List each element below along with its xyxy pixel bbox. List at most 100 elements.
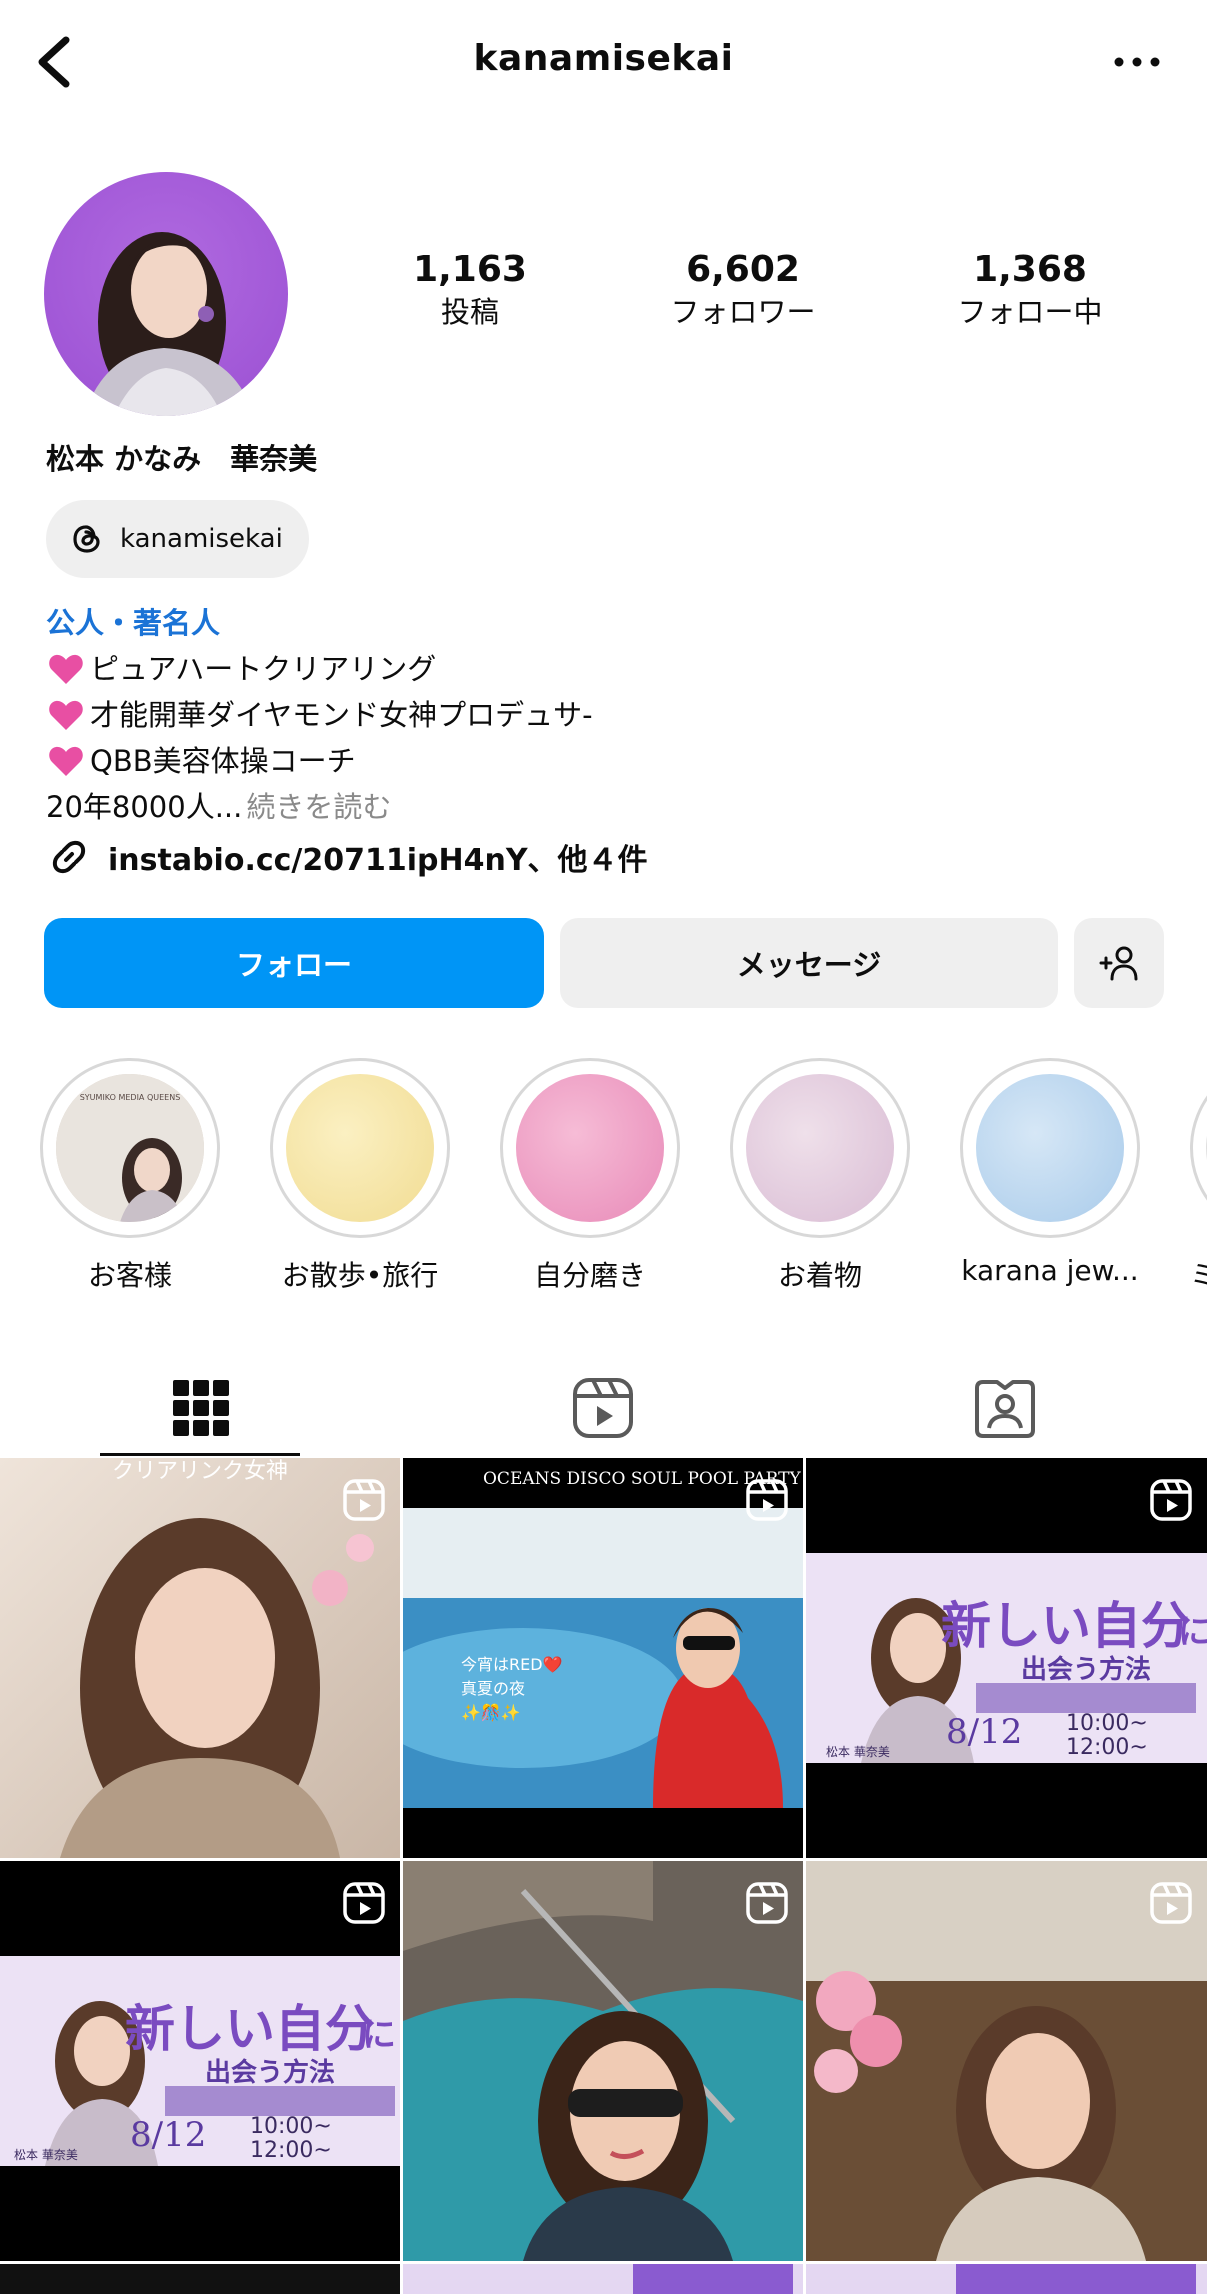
profile-name: 松本 かなみ 華奈美 (46, 442, 318, 476)
banner-date: 8/12 (130, 2115, 206, 2155)
tab-grid[interactable] (0, 1360, 402, 1456)
followers-label: フォロワー (670, 295, 816, 329)
posts-count: 1,163 (413, 249, 527, 290)
pink-heart-icon (49, 700, 83, 730)
profile-tabs (0, 1360, 1207, 1456)
highlight-item[interactable]: お散歩•旅行 (270, 1058, 450, 1294)
reel-badge-icon (1150, 1479, 1192, 1521)
add-person-icon (1099, 946, 1138, 981)
bio-line: 20年8000人... 続きを読む (46, 784, 1166, 830)
highlight-cover (746, 1074, 894, 1222)
highlight-item[interactable]: お着物 (730, 1058, 910, 1294)
post-overlay-text: 今宵はRED❤️ (461, 1655, 563, 1674)
followers-count: 6,602 (686, 249, 800, 290)
highlight-item[interactable]: SYUMIKO MEDIA QUEENS お客様 (40, 1058, 220, 1294)
stat-posts[interactable]: 1,163 投稿 (350, 248, 590, 332)
highlight-cover (286, 1074, 434, 1222)
highlight-cover-text: SYUMIKO MEDIA QUEENS (80, 1093, 181, 1102)
grid-icon (173, 1380, 229, 1436)
reels-icon (573, 1378, 633, 1438)
post-thumbnail[interactable] (806, 2264, 1207, 2294)
threads-icon (73, 525, 100, 553)
page-title: kanamisekai (473, 38, 734, 79)
link-icon (52, 840, 86, 874)
banner-title: 新しい自分 (941, 1596, 1191, 1655)
profile-stats: 1,163 投稿 6,602 フォロワー 1,368 フォロー中 (380, 248, 1180, 348)
profile-avatar[interactable] (44, 172, 288, 416)
tab-reels[interactable] (402, 1360, 804, 1456)
banner-name: 松本 華奈美 (826, 1745, 890, 1759)
highlight-cover (976, 1074, 1124, 1222)
posts-label: 投稿 (440, 295, 499, 329)
banner-subtitle: 出会う方法 (205, 2057, 335, 2088)
bio-category[interactable]: 公人・著名人 (46, 600, 1166, 646)
highlight-label: 自分磨き (533, 1259, 646, 1292)
post-thumbnail[interactable]: クリアリンク女神 (0, 1458, 400, 1858)
read-more-link[interactable]: 続きを読む (246, 784, 391, 830)
highlight-ring (500, 1058, 680, 1238)
banner-time: 12:00~ (1066, 1735, 1148, 1760)
bio-line-text: QBB美容体操コーチ (90, 744, 356, 778)
reel-badge-icon (746, 1882, 788, 1924)
highlight-item[interactable]: karana jew... (960, 1058, 1140, 1287)
reel-badge-icon (746, 1479, 788, 1521)
suggest-users-button[interactable] (1074, 918, 1164, 1008)
threads-badge[interactable]: kanamisekai (46, 500, 309, 578)
banner-subtitle: 出会う方法 (1021, 1654, 1151, 1685)
bio-line-text: ピュアハートクリアリング (90, 652, 437, 686)
post-overlay-text: ✨🎊✨ (461, 1703, 521, 1722)
highlight-label: お着物 (777, 1259, 862, 1292)
tab-tagged[interactable] (804, 1360, 1206, 1456)
bio-line-text: 才能開華ダイヤモンド女神プロデュサ- (90, 698, 593, 732)
banner-time: 10:00~ (1066, 1711, 1148, 1736)
banner-time: 10:00~ (250, 2114, 332, 2139)
highlight-ring (1190, 1058, 1207, 1238)
follow-button[interactable]: フォロー (44, 918, 544, 1008)
post-thumbnail[interactable] (403, 1861, 803, 2261)
bio-line: 才能開華ダイヤモンド女神プロデュサ- (46, 692, 1166, 738)
pink-heart-icon (49, 746, 83, 776)
banner-title-suffix: に (362, 2015, 396, 2055)
reel-badge-icon (1150, 1882, 1192, 1924)
post-thumbnail[interactable]: OCEANS DISCO SOUL POOL PARTY 今宵はRED❤️ 真夏… (403, 1458, 803, 1858)
post-thumbnail[interactable]: 新しい自分 に 出会う方法 8/12 10:00~ 12:00~ 松本 華奈美 (806, 1458, 1207, 1858)
reel-badge-icon (343, 1882, 385, 1924)
stat-following[interactable]: 1,368 フォロー中 (910, 248, 1150, 332)
highlight-label: ミ (1190, 1259, 1207, 1292)
bio-line: QBB美容体操コーチ (46, 738, 1166, 784)
post-thumbnail[interactable] (0, 2264, 400, 2294)
bio-line: ピュアハートクリアリング (46, 646, 1166, 692)
top-bar: kanamisekai (0, 0, 1207, 125)
pink-heart-icon (49, 654, 83, 684)
highlight-cover (516, 1074, 664, 1222)
banner-strip (956, 2264, 1196, 2294)
banner-name: 松本 華奈美 (14, 2148, 78, 2162)
banner-date: 8/12 (946, 1712, 1022, 1752)
post-caption: クリアリンク女神 (112, 1459, 288, 1484)
highlight-cover: SYUMIKO MEDIA QUEENS (56, 1074, 204, 1222)
post-overlay-text: 真夏の夜 (461, 1679, 525, 1698)
bio: 公人・著名人 ピュアハートクリアリング 才能開華ダイヤモンド女神プロデュサ- Q… (46, 600, 1166, 830)
profile-link[interactable]: instabio.cc/20711ipH4nY、他４件 (46, 834, 648, 880)
bio-truncated: 20年8000人... (46, 790, 243, 824)
tagged-person-icon (975, 1380, 1035, 1438)
message-button[interactable]: メッセージ (560, 918, 1058, 1008)
following-label: フォロー中 (957, 295, 1103, 329)
banner-time: 12:00~ (250, 2138, 332, 2163)
post-thumbnail[interactable] (403, 2264, 803, 2294)
threads-handle: kanamisekai (120, 524, 283, 554)
profile-link-text: instabio.cc/20711ipH4nY、他４件 (108, 843, 648, 878)
post-thumbnail[interactable]: 新しい自分 に 出会う方法 8/12 10:00~ 12:00~ 松本 華奈美 (0, 1861, 400, 2261)
banner-title: 新しい自分 (125, 1999, 375, 2058)
reel-badge-icon (343, 1479, 385, 1521)
stat-followers[interactable]: 6,602 フォロワー (623, 248, 863, 332)
more-options-icon[interactable] (1107, 40, 1167, 84)
highlight-item[interactable]: ミ (1190, 1058, 1207, 1294)
highlight-ring (730, 1058, 910, 1238)
highlight-ring: SYUMIKO MEDIA QUEENS (40, 1058, 220, 1238)
banner-strip (633, 2264, 793, 2294)
highlight-item[interactable]: 自分磨き (500, 1058, 680, 1294)
highlight-label: お客様 (87, 1259, 172, 1292)
post-thumbnail[interactable] (806, 1861, 1207, 2261)
following-count: 1,368 (973, 249, 1087, 290)
